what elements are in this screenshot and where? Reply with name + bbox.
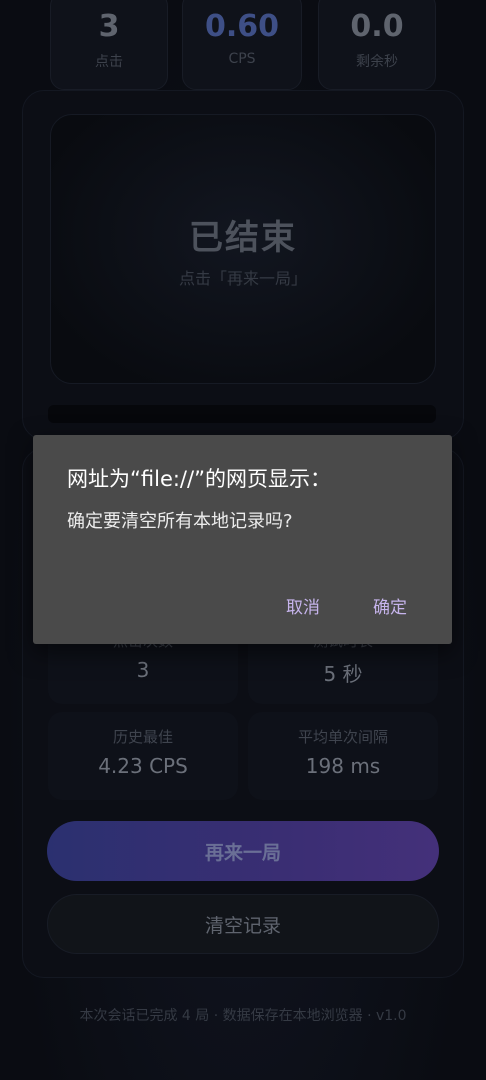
footer-note: 本次会话已完成 4 局 · 数据保存在本地浏览器 · v1.0 bbox=[79, 1008, 407, 1024]
progress-track bbox=[48, 405, 436, 423]
result-best: 历史最佳 4.23 CPS bbox=[48, 712, 238, 800]
clear-records-button[interactable]: 清空记录 bbox=[47, 894, 439, 954]
click-area-hint: 点击「再来一局」 bbox=[178, 269, 307, 288]
click-area-title: 已结束 bbox=[189, 218, 297, 258]
dialog-message: 确定要清空所有本地记录吗? bbox=[67, 511, 293, 532]
result-duration-value: 5 秒 bbox=[323, 662, 363, 686]
result-interval-label: 平均单次间隔 bbox=[297, 728, 388, 746]
confirm-dialog: 网址为“file://”的网页显示： 确定要清空所有本地记录吗? 取消 确定 bbox=[33, 435, 452, 644]
result-interval-value: 198 ms bbox=[305, 754, 381, 778]
result-best-label: 历史最佳 bbox=[112, 728, 173, 746]
stat-clicks: 3 点击 bbox=[50, 0, 168, 90]
stat-remaining-label: 剩余秒 bbox=[356, 54, 398, 70]
stat-cps-value: 0.60 bbox=[204, 9, 280, 44]
stat-clicks-label: 点击 bbox=[95, 54, 123, 70]
stat-cps-label: CPS bbox=[228, 51, 256, 67]
result-best-value: 4.23 CPS bbox=[98, 754, 188, 778]
dialog-cancel-button[interactable]: 取消 bbox=[278, 585, 328, 625]
stat-clicks-value: 3 bbox=[98, 9, 120, 44]
stat-cps: 0.60 CPS bbox=[182, 0, 302, 90]
dialog-title: 网址为“file://”的网页显示： bbox=[67, 467, 331, 491]
result-interval: 平均单次间隔 198 ms bbox=[248, 712, 438, 800]
result-clicks-value: 3 bbox=[136, 658, 150, 682]
dialog-ok-button[interactable]: 确定 bbox=[365, 585, 415, 625]
play-again-button[interactable]: 再来一局 bbox=[47, 821, 439, 881]
stat-remaining: 0.0 剩余秒 bbox=[318, 0, 436, 90]
stat-remaining-value: 0.0 bbox=[350, 9, 404, 44]
